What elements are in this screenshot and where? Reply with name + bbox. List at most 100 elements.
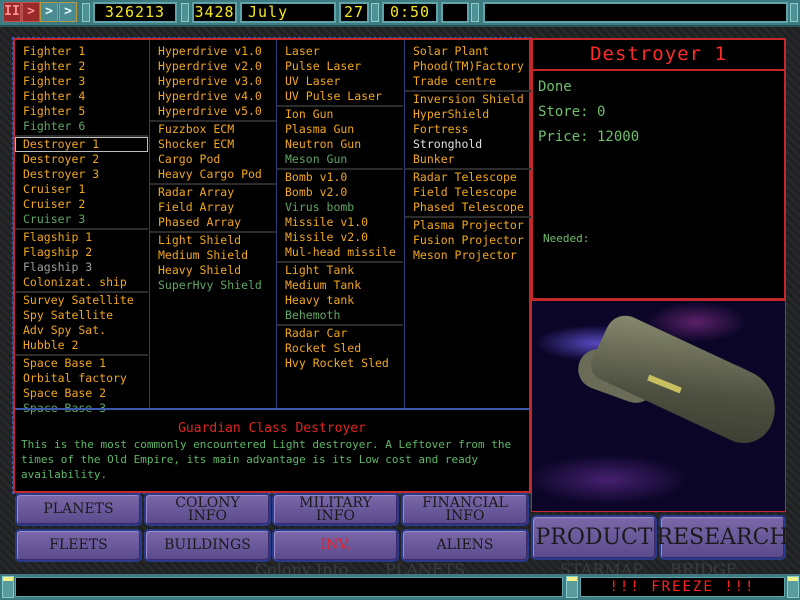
production-item[interactable]: Hyperdrive v5.0 (150, 104, 276, 119)
production-item[interactable]: Fighter 2 (15, 59, 148, 74)
production-item[interactable]: Plasma Gun (277, 122, 403, 137)
fastest-button[interactable]: > (59, 2, 77, 22)
buildings-button[interactable]: BUILDINGS (144, 529, 271, 562)
production-item[interactable]: Cargo Pod (150, 152, 276, 167)
production-item[interactable]: Hyperdrive v3.0 (150, 74, 276, 89)
production-item[interactable]: Trade centre (405, 74, 531, 89)
production-item[interactable]: SuperHvy Shield (150, 278, 276, 293)
production-item[interactable]: Behemoth (277, 308, 403, 323)
production-item[interactable]: Hyperdrive v4.0 (150, 89, 276, 104)
production-item[interactable]: Radar Telescope (405, 170, 531, 185)
production-item[interactable]: Phased Telescope (405, 200, 531, 215)
production-item[interactable]: Fusion Projector (405, 233, 531, 248)
production-item[interactable]: Field Array (150, 200, 276, 215)
production-item[interactable]: Inversion Shield (405, 92, 531, 107)
production-item[interactable]: Light Tank (277, 263, 403, 278)
production-item[interactable]: UV Laser (277, 74, 403, 89)
production-item[interactable]: Flagship 1 (15, 230, 148, 245)
item-group: Inversion Shield HyperShield Fortress Stron… (405, 92, 531, 170)
military-info-button[interactable]: MILITARY INFO (272, 493, 399, 526)
production-item[interactable]: Stronghold (405, 137, 531, 152)
production-item[interactable]: Virus bomb (277, 200, 403, 215)
production-item[interactable]: Fighter 3 (15, 74, 148, 89)
production-item[interactable]: Ion Gun (277, 107, 403, 122)
production-item[interactable]: Adv Spy Sat. (15, 323, 148, 338)
production-item[interactable]: Fighter 5 (15, 104, 148, 119)
item-group: Radar Array Field Array Phased Array (150, 185, 276, 233)
product-button[interactable]: PRODUCT (531, 515, 657, 560)
production-item[interactable]: Plasma Projector (405, 218, 531, 233)
fast-button[interactable]: > (40, 2, 58, 22)
production-item[interactable]: Pulse Laser (277, 59, 403, 74)
production-item[interactable]: Light Shield (150, 233, 276, 248)
production-item[interactable]: Radar Array (150, 185, 276, 200)
production-item[interactable]: Flagship 3 (15, 260, 148, 275)
production-item[interactable]: Solar Plant (405, 44, 531, 59)
background-label: PLANETS (385, 560, 466, 574)
production-item[interactable]: Field Telescope (405, 185, 531, 200)
play-icon: > (27, 4, 35, 19)
production-item[interactable]: Neutron Gun (277, 137, 403, 152)
production-item[interactable]: Cruiser 3 (15, 212, 148, 227)
production-item[interactable]: Fighter 1 (15, 44, 148, 59)
production-item[interactable]: Destroyer 3 (15, 167, 148, 182)
production-item[interactable]: Spy Satellite (15, 308, 148, 323)
play-button[interactable]: > (22, 2, 40, 22)
production-item[interactable]: Missile v1.0 (277, 215, 403, 230)
production-item[interactable]: Medium Tank (277, 278, 403, 293)
production-item[interactable]: Fighter 6 (15, 119, 148, 134)
aliens-button[interactable]: ALIENS (401, 529, 529, 562)
description-title: Guardian Class Destroyer (178, 421, 366, 436)
production-item[interactable]: Orbital factory (15, 371, 148, 386)
production-item[interactable]: Hubble 2 (15, 338, 148, 353)
production-item[interactable]: Destroyer 2 (15, 152, 148, 167)
production-item[interactable]: UV Pulse Laser (277, 89, 403, 104)
production-item[interactable]: Fortress (405, 122, 531, 137)
production-item[interactable]: Flagship 2 (15, 245, 148, 260)
production-item[interactable]: Rocket Sled (277, 341, 403, 356)
production-item[interactable]: Hyperdrive v2.0 (150, 59, 276, 74)
freeze-indicator[interactable]: !!! FREEZE !!! (580, 577, 785, 597)
inv-button[interactable]: INV. (272, 529, 399, 562)
production-item[interactable]: Hyperdrive v1.0 (150, 44, 276, 59)
description-text: This is the most commonly encountered Li… (21, 438, 512, 481)
item-group: Flagship 1 Flagship 2 Flagship 3 Colonizat.… (15, 230, 148, 293)
production-item[interactable]: Laser (277, 44, 403, 59)
production-item[interactable]: Destroyer 1 (15, 137, 148, 152)
production-item[interactable]: Missile v2.0 (277, 230, 403, 245)
production-item[interactable]: Meson Projector (405, 248, 531, 263)
fleets-button[interactable]: FLEETS (15, 529, 142, 562)
production-item[interactable]: Heavy Cargo Pod (150, 167, 276, 182)
production-item[interactable]: Mul-head missile (277, 245, 403, 260)
pause-icon: II (4, 4, 20, 19)
production-item[interactable]: Radar Car (277, 326, 403, 341)
production-item[interactable]: Heavy Shield (150, 263, 276, 278)
production-item[interactable]: Bomb v2.0 (277, 185, 403, 200)
production-item[interactable]: HyperShield (405, 107, 531, 122)
production-item[interactable]: Fuzzbox ECM (150, 122, 276, 137)
colony-info-button[interactable]: COLONY INFO (144, 493, 271, 526)
production-item[interactable]: Shocker ECM (150, 137, 276, 152)
production-item[interactable]: Cruiser 1 (15, 182, 148, 197)
production-item[interactable]: Heavy tank (277, 293, 403, 308)
production-item[interactable]: Survey Satellite (15, 293, 148, 308)
production-item[interactable]: Hvy Rocket Sled (277, 356, 403, 371)
pause-button[interactable]: II (3, 2, 21, 22)
production-item[interactable]: Bunker (405, 152, 531, 167)
production-item[interactable]: Cruiser 2 (15, 197, 148, 212)
production-item[interactable]: Phased Array (150, 215, 276, 230)
production-item[interactable]: Space Base 1 (15, 356, 148, 371)
financial-info-button[interactable]: FINANCIAL INFO (401, 493, 529, 526)
research-button[interactable]: RESEARCH (656, 515, 789, 560)
production-item[interactable]: Medium Shield (150, 248, 276, 263)
production-item[interactable]: Fighter 4 (15, 89, 148, 104)
production-item[interactable]: Phood(TM)Factory (405, 59, 531, 74)
production-item[interactable]: Space Base 2 (15, 386, 148, 401)
item-group: Light Shield Medium Shield Heavy Shield Sup… (150, 233, 276, 294)
production-item[interactable]: Meson Gun (277, 152, 403, 167)
production-item[interactable]: Colonizat. ship (15, 275, 148, 290)
item-info-panel: Done Store: 0 Price: 12000 Needed: (531, 71, 786, 300)
planets-button[interactable]: PLANETS (15, 493, 142, 526)
production-item[interactable]: Bomb v1.0 (277, 170, 403, 185)
item-price: Price: 12000 (538, 129, 640, 145)
